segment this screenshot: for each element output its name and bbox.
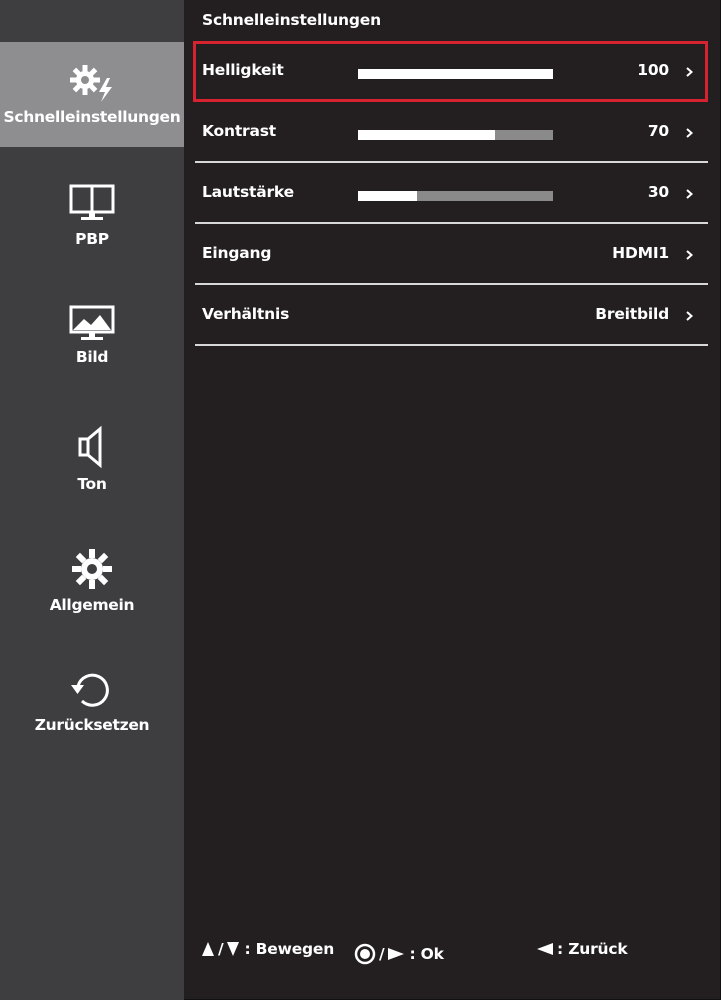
sidebar-item-label: Schnelleinstellungen	[3, 108, 181, 126]
row-divider	[195, 283, 708, 285]
joystick-press-icon	[354, 943, 376, 965]
sidebar: Schnelleinstellungen PBP Bild Ton Allgem…	[0, 0, 184, 1000]
chevron-right-icon	[686, 128, 693, 138]
up-triangle-icon	[202, 942, 214, 956]
setting-value: Breitbild	[595, 305, 669, 323]
setting-row-verhaeltnis[interactable]: Verhältnis Breitbild	[195, 286, 708, 346]
hint-label: : Ok	[409, 945, 444, 963]
reset-icon	[71, 673, 109, 707]
chevron-right-icon	[686, 189, 693, 199]
pbp-icon	[69, 184, 115, 220]
setting-row-eingang[interactable]: Eingang HDMI1	[195, 225, 708, 285]
hint-separator: /	[379, 945, 385, 963]
setting-label: Kontrast	[202, 122, 276, 140]
setting-label: Eingang	[202, 244, 272, 262]
picture-icon	[69, 305, 115, 340]
setting-value: 30	[647, 183, 669, 201]
right-triangle-icon	[388, 948, 405, 960]
slider-fill	[358, 69, 553, 79]
sidebar-item-label: Allgemein	[49, 596, 135, 614]
speaker-icon	[78, 425, 102, 469]
sidebar-item-label: Bild	[75, 348, 109, 366]
row-divider	[195, 161, 708, 163]
gear-icon	[72, 549, 112, 589]
chevron-right-icon	[686, 311, 693, 321]
quick-settings-icon	[70, 65, 112, 102]
left-triangle-icon	[537, 943, 553, 955]
brightness-slider[interactable]	[358, 69, 553, 79]
hint-label: : Bewegen	[244, 940, 335, 958]
sidebar-item-bild[interactable]: Bild	[0, 302, 184, 382]
sidebar-item-label: PBP	[75, 230, 109, 248]
sidebar-item-label: Ton	[77, 475, 107, 493]
down-triangle-icon	[227, 942, 240, 956]
slider-fill	[358, 130, 495, 140]
setting-row-lautstaerke[interactable]: Lautstärke 30	[195, 164, 708, 224]
contrast-slider[interactable]	[358, 130, 553, 140]
hint-separator: /	[218, 940, 224, 958]
chevron-right-icon	[686, 250, 693, 260]
sidebar-item-ton[interactable]: Ton	[0, 425, 184, 505]
hint-label: : Zurück	[557, 940, 628, 958]
sidebar-item-pbp[interactable]: PBP	[0, 183, 184, 263]
hint-move: / : Bewegen	[201, 940, 334, 958]
setting-label: Lautstärke	[202, 183, 294, 201]
sidebar-item-zuruecksetzen[interactable]: Zurücksetzen	[0, 668, 184, 748]
setting-row-helligkeit[interactable]: Helligkeit 100	[195, 42, 708, 100]
osd-menu: Schnelleinstellungen PBP Bild Ton Allgem…	[0, 0, 721, 1000]
row-divider	[195, 344, 708, 346]
setting-label: Helligkeit	[202, 61, 284, 79]
chevron-right-icon	[686, 67, 693, 77]
row-divider	[195, 222, 708, 224]
setting-value: 100	[637, 61, 669, 79]
setting-label: Verhältnis	[202, 305, 290, 323]
page-title: Schnelleinstellungen	[202, 11, 381, 29]
sidebar-item-label: Zurücksetzen	[34, 716, 150, 734]
setting-row-kontrast[interactable]: Kontrast 70	[195, 103, 708, 163]
setting-value: 70	[647, 122, 669, 140]
setting-value: HDMI1	[612, 244, 669, 262]
slider-fill	[358, 191, 417, 201]
sidebar-item-allgemein[interactable]: Allgemein	[0, 547, 184, 627]
sidebar-item-schnelleinstellungen[interactable]: Schnelleinstellungen	[0, 42, 184, 147]
hint-back: : Zurück	[536, 940, 628, 958]
volume-slider[interactable]	[358, 191, 553, 201]
hint-ok: / : Ok	[354, 943, 444, 965]
